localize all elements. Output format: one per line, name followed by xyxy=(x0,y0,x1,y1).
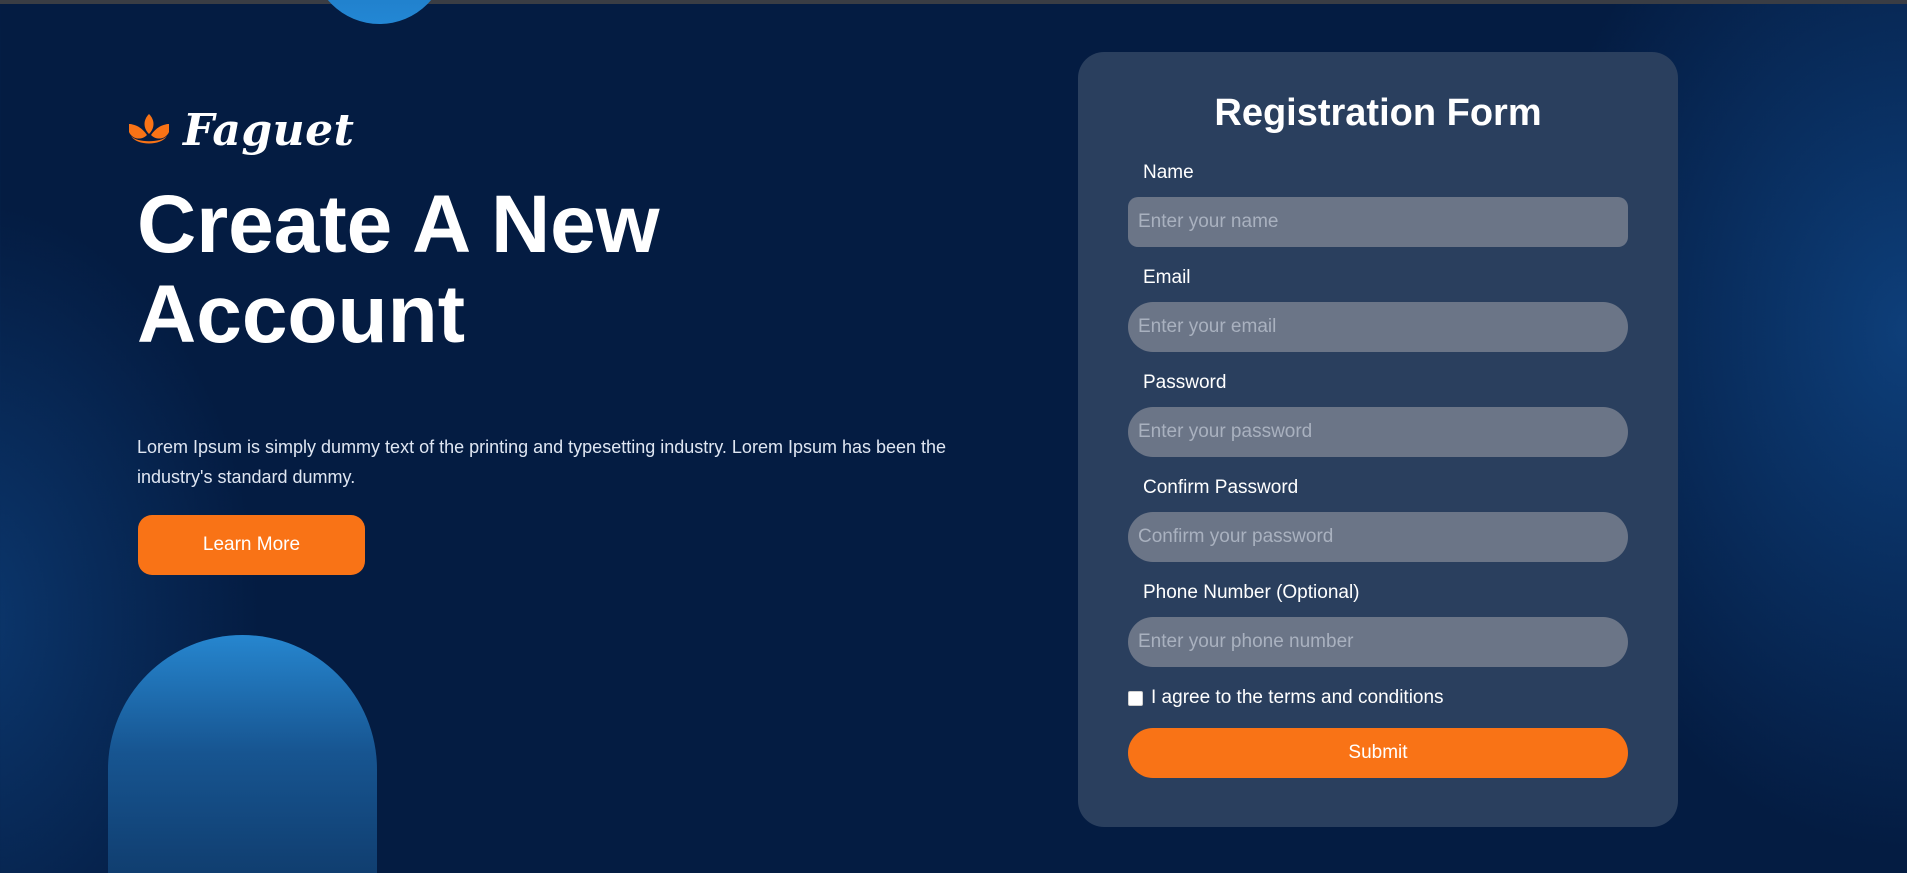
terms-row: I agree to the terms and conditions xyxy=(1128,687,1444,709)
learn-more-button[interactable]: Learn More xyxy=(138,515,365,575)
decorative-circle xyxy=(312,0,447,24)
decorative-arch xyxy=(108,635,377,873)
terms-label[interactable]: I agree to the terms and conditions xyxy=(1151,687,1444,709)
brand-name: Faguet xyxy=(183,104,355,156)
name-input[interactable] xyxy=(1128,197,1628,247)
terms-checkbox[interactable] xyxy=(1128,690,1143,706)
hero-description: Lorem Ipsum is simply dummy text of the … xyxy=(137,437,947,487)
form-title: Registration Form xyxy=(1214,92,1542,134)
email-label: Email xyxy=(1143,267,1191,288)
page-title: Create A New Account xyxy=(137,179,660,360)
password-input[interactable] xyxy=(1128,407,1628,457)
email-input[interactable] xyxy=(1128,302,1628,352)
submit-button[interactable]: Submit xyxy=(1128,728,1628,778)
registration-form: Registration Form Name Email Password Co… xyxy=(1078,52,1678,827)
confirm-password-label: Confirm Password xyxy=(1143,477,1299,498)
phone-label: Phone Number (Optional) xyxy=(1143,582,1360,603)
brand-logo[interactable]: Faguet xyxy=(127,100,354,160)
confirm-password-input[interactable] xyxy=(1128,512,1628,562)
name-label: Name xyxy=(1143,162,1194,183)
lotus-icon xyxy=(129,114,169,144)
phone-input[interactable] xyxy=(1128,617,1628,667)
top-strip xyxy=(0,0,1907,4)
password-label: Password xyxy=(1143,372,1227,393)
